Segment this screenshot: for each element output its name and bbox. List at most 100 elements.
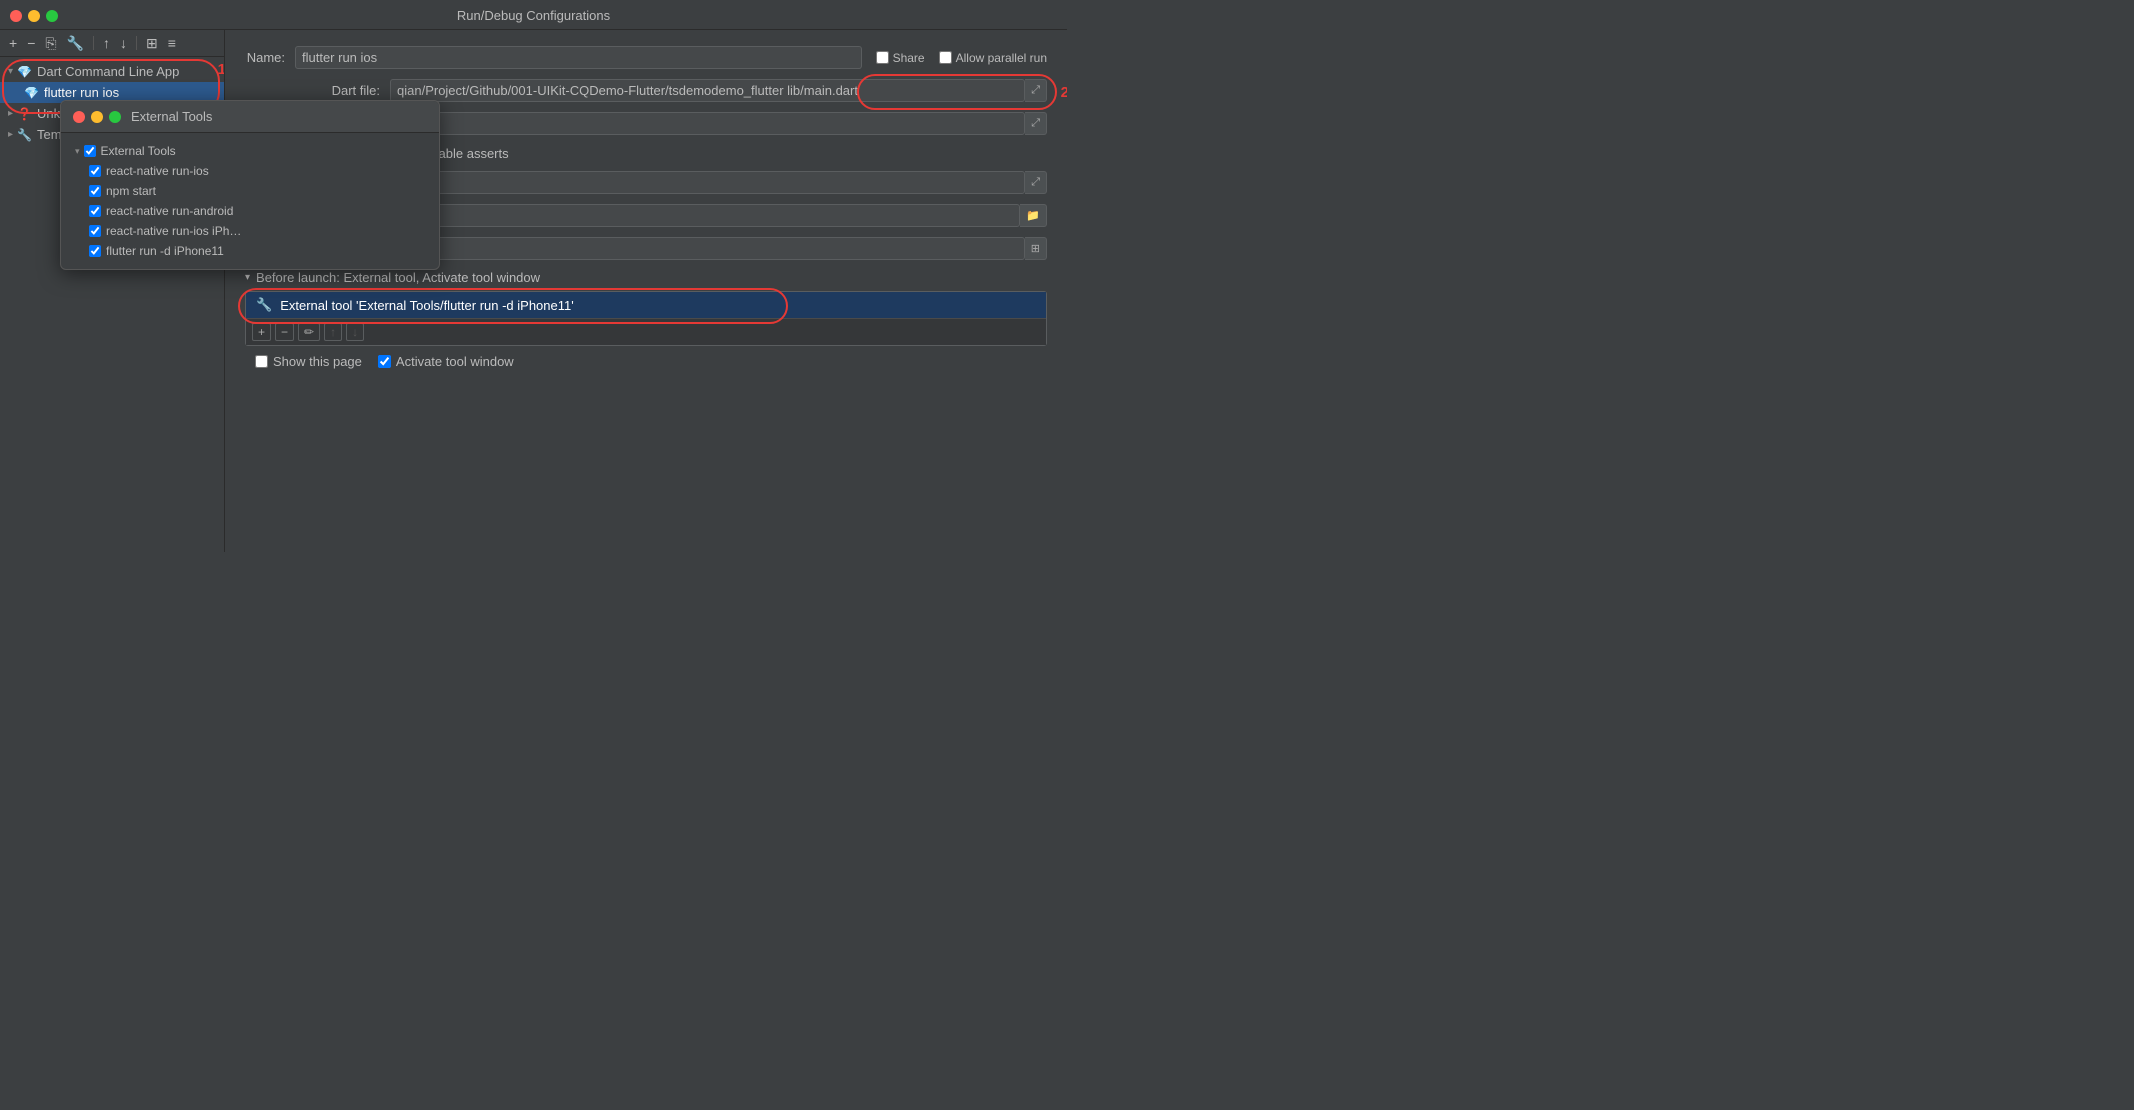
launch-list: 🔧 External tool 'External Tools/flutter … [245,291,1047,346]
launch-up-btn[interactable]: ↑ [324,323,342,341]
header-checkboxes: Share Allow parallel run [876,51,1047,65]
sort-button[interactable]: ⊞ [143,34,161,52]
arrow-icon: ▾ [75,146,80,157]
ext-item-label: flutter run -d iPhone11 [106,244,224,258]
program-args-input-container: ⤢ [390,171,1047,194]
copy-button[interactable]: ⎘ [42,34,59,52]
main-layout: + − ⎘ 🔧 ↑ ↓ ⊞ ≡ 1 ▾ 💎 Dart Command Line … [0,30,1067,552]
share-label: Share [893,51,925,65]
window-title: Run/Debug Configurations [457,8,610,23]
program-args-input[interactable] [390,171,1025,194]
ext-item-rn-android[interactable]: react-native run-android [69,201,431,221]
ext-min[interactable] [91,111,103,123]
ext-max[interactable] [109,111,121,123]
config-icon: 💎 [24,86,39,100]
tree-item-label: Dart Command Line App [37,64,179,79]
name-row: Name: Share Allow parallel run [245,46,1047,69]
ext-checkbox-3[interactable] [89,205,101,217]
down-button[interactable]: ↓ [117,34,130,52]
ext-checkbox-2[interactable] [89,185,101,197]
close-button[interactable] [10,10,22,22]
settings-button[interactable]: 🔧 [64,34,87,52]
working-dir-expand-btn[interactable]: 📁 [1020,204,1047,227]
unknown-icon: ❓ [17,107,32,121]
arrow-icon: ▸ [8,129,13,140]
external-tools-popup: External Tools ▾ External Tools react-na… [60,100,440,270]
show-page-checkbox[interactable] [255,355,268,368]
launch-item-external-tool[interactable]: 🔧 External tool 'External Tools/flutter … [246,292,1046,318]
launch-item-label: External tool 'External Tools/flutter ru… [280,298,574,313]
show-page-label[interactable]: Show this page [255,354,362,369]
dart-file-expand-btn[interactable]: ⤢ [1025,79,1047,102]
parallel-checkbox-label[interactable]: Allow parallel run [939,51,1047,65]
ext-item-label: react-native run-ios [106,164,209,178]
tree-item-label: flutter run ios [44,85,119,100]
ext-item-rn-ios[interactable]: react-native run-ios [69,161,431,181]
ext-item-npm-start[interactable]: npm start [69,181,431,201]
launch-remove-btn[interactable]: − [275,323,294,341]
ext-item-label: External Tools [101,144,176,158]
activate-window-text: Activate tool window [396,354,514,369]
parallel-checkbox[interactable] [939,51,952,64]
ext-item-label: react-native run-ios iPh… [106,224,241,238]
vm-options-input-container: ⤢ [390,112,1047,135]
template-icon: 🔧 [17,128,32,142]
activate-window-checkbox[interactable] [378,355,391,368]
vm-options-input[interactable] [390,112,1025,135]
env-vars-expand-btn[interactable]: ⊞ [1025,237,1047,260]
minimize-button[interactable] [28,10,40,22]
up-button[interactable]: ↑ [100,34,113,52]
ext-item-external-tools[interactable]: ▾ External Tools [69,141,431,161]
launch-toolbar: + − ✏ ↑ ↓ [246,318,1046,345]
working-dir-input[interactable] [390,204,1020,227]
maximize-button[interactable] [46,10,58,22]
share-checkbox-label[interactable]: Share [876,51,925,65]
ext-item-rn-ios-iph[interactable]: react-native run-ios iPh… [69,221,431,241]
filter-button[interactable]: ≡ [165,34,179,52]
program-args-expand-btn[interactable]: ⤢ [1025,171,1047,194]
separator2 [136,36,137,50]
name-input[interactable] [295,46,862,69]
launch-edit-btn[interactable]: ✏ [298,323,320,341]
remove-button[interactable]: − [24,34,38,52]
dart-file-input-container: ⤢ [390,79,1047,102]
before-launch-section: ▾ Before launch: External tool, Activate… [245,270,1047,369]
env-vars-input[interactable] [390,237,1025,260]
dart-icon: 💎 [17,65,32,79]
ext-checkbox-0[interactable] [84,145,96,157]
external-tool-icon: 🔧 [256,297,272,313]
section-label: Before launch: External tool, Activate t… [256,270,540,285]
ext-checkbox-5[interactable] [89,245,101,257]
ext-close[interactable] [73,111,85,123]
title-bar: Run/Debug Configurations [0,0,1067,30]
working-dir-input-container: 📁 [390,204,1047,227]
ext-tools-titlebar: External Tools [61,101,439,133]
ext-tools-body: ▾ External Tools react-native run-ios np… [61,133,439,269]
ext-item-label: react-native run-android [106,204,233,218]
vm-options-expand-btn[interactable]: ⤢ [1025,112,1047,135]
before-launch-header: ▾ Before launch: External tool, Activate… [245,270,1047,285]
launch-add-btn[interactable]: + [252,323,271,341]
arrow-icon: ▾ [8,66,13,77]
bottom-checkboxes: Show this page Activate tool window [245,354,1047,369]
dart-file-input[interactable] [390,79,1025,102]
launch-down-btn[interactable]: ↓ [346,323,364,341]
parallel-label: Allow parallel run [956,51,1047,65]
ext-checkbox-4[interactable] [89,225,101,237]
name-label: Name: [245,50,295,65]
toolbar: + − ⎘ 🔧 ↑ ↓ ⊞ ≡ [0,30,224,57]
env-vars-input-container: ⊞ [390,237,1047,260]
share-checkbox[interactable] [876,51,889,64]
activate-window-label[interactable]: Activate tool window [378,354,514,369]
separator [93,36,94,50]
left-panel: + − ⎘ 🔧 ↑ ↓ ⊞ ≡ 1 ▾ 💎 Dart Command Line … [0,30,225,552]
add-button[interactable]: + [6,34,20,52]
section-arrow: ▾ [245,272,250,283]
dart-file-label: Dart file: [245,83,390,98]
annotation-2: 2 [1061,84,1067,101]
ext-item-flutter-run[interactable]: flutter run -d iPhone11 [69,241,431,261]
show-page-text: Show this page [273,354,362,369]
dart-file-row: Dart file: ⤢ 2 [245,79,1047,102]
tree-item-dart-command-line-app[interactable]: ▾ 💎 Dart Command Line App [0,61,224,82]
ext-checkbox-1[interactable] [89,165,101,177]
